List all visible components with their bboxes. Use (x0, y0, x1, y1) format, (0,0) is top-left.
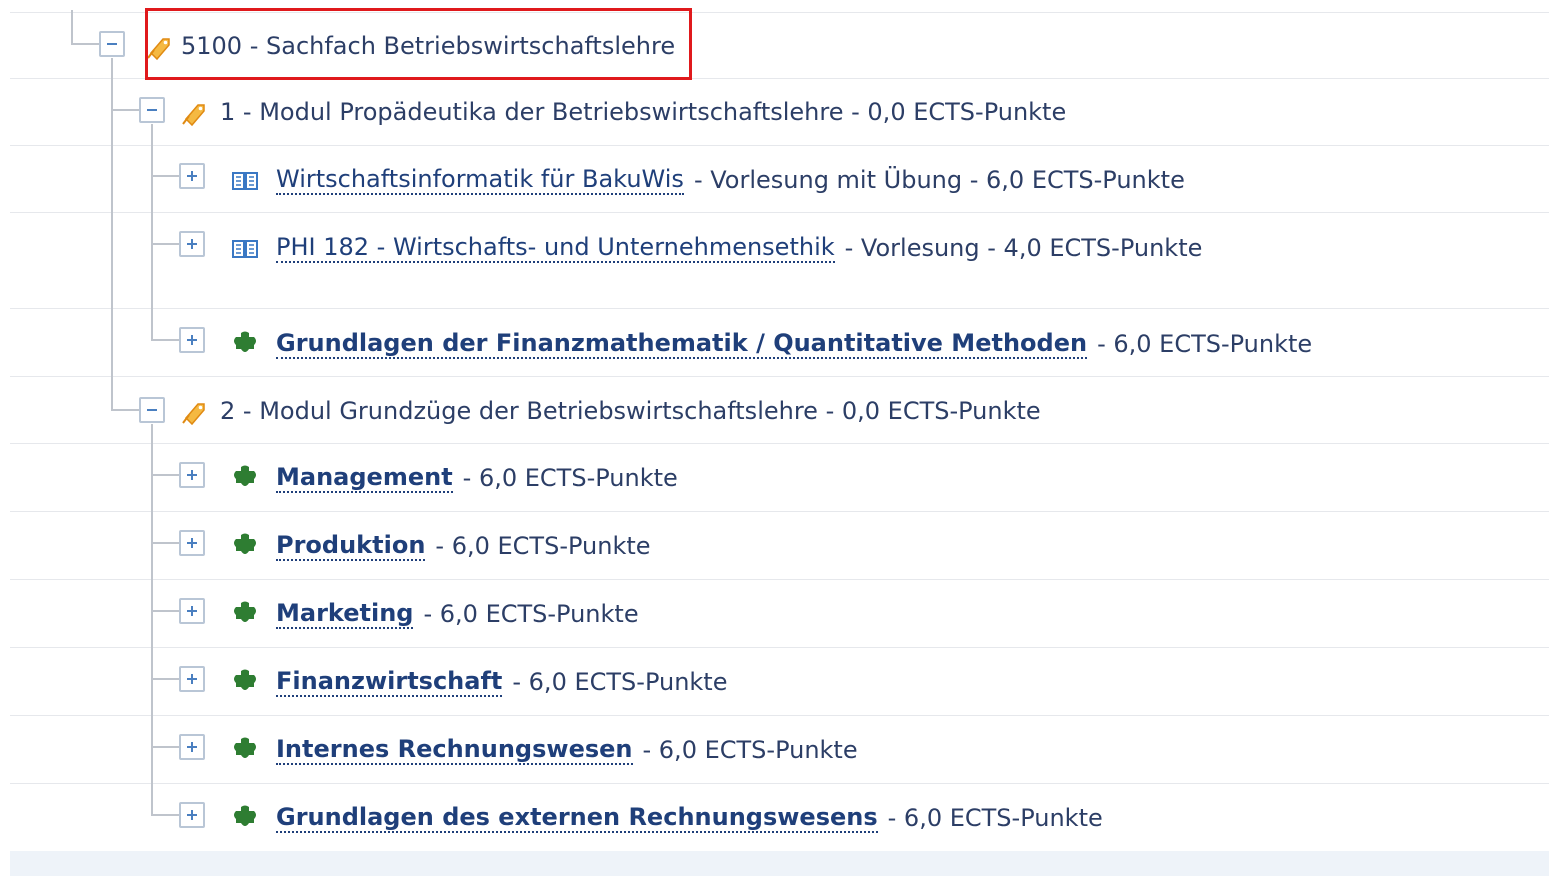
module-2-label: 2 - Modul Grundzüge der Betriebswirtscha… (220, 397, 1041, 425)
tree-connector (111, 409, 139, 411)
row-divider (10, 443, 1549, 444)
submodule-suffix: - 6,0 ECTS-Punkte (512, 668, 728, 696)
collapse-toggle-root[interactable] (99, 31, 125, 57)
expand-toggle[interactable] (179, 231, 205, 257)
row-divider (10, 308, 1549, 309)
tree-connector (151, 542, 179, 544)
tree-connector (151, 243, 179, 245)
row-divider (10, 376, 1549, 377)
row-divider (10, 783, 1549, 784)
tree-connector (151, 175, 179, 177)
tree-connector (151, 610, 179, 612)
tree-connector (151, 814, 179, 816)
expand-toggle[interactable] (179, 666, 205, 692)
row-divider (10, 715, 1549, 716)
submodule-link[interactable]: Produktion (276, 531, 426, 561)
submodule-suffix: - 6,0 ECTS-Punkte (642, 736, 858, 764)
submodule-suffix: - 6,0 ECTS-Punkte (462, 464, 678, 492)
expand-toggle[interactable] (179, 530, 205, 556)
row-divider (10, 212, 1549, 213)
tree-connector (151, 474, 179, 476)
submodule-link[interactable]: Grundlagen des externen Rechnungswesens (276, 803, 878, 833)
tree-connector (71, 43, 99, 45)
expand-toggle[interactable] (179, 802, 205, 828)
next-section-bar (10, 851, 1549, 876)
pencil-tag-icon (180, 396, 210, 426)
submodule-link[interactable]: Internes Rechnungswesen (276, 735, 633, 765)
expand-toggle[interactable] (179, 598, 205, 624)
tree-node-module-2[interactable]: 2 - Modul Grundzüge der Betriebswirtscha… (180, 391, 1041, 431)
expand-toggle[interactable] (179, 163, 205, 189)
book-icon (230, 233, 260, 263)
pencil-tag-icon (180, 97, 210, 127)
tree-node-submodule: Grundlagen des externen Rechnungswesens … (230, 798, 1103, 838)
tree-node-submodule: Management - 6,0 ECTS-Punkte (230, 458, 678, 498)
course-suffix: - Vorlesung - 4,0 ECTS-Punkte (844, 234, 1203, 262)
tree-node-course: Wirtschaftsinformatik für BakuWis - Vorl… (230, 160, 1185, 200)
puzzle-icon (230, 329, 260, 359)
tree-node-submodule: Produktion - 6,0 ECTS-Punkte (230, 526, 651, 566)
row-divider (10, 511, 1549, 512)
puzzle-icon (230, 599, 260, 629)
puzzle-icon (230, 735, 260, 765)
submodule-suffix: - 6,0 ECTS-Punkte (1097, 330, 1313, 358)
tree-node-submodule: Grundlagen der Finanzmathematik / Quanti… (230, 324, 1312, 364)
row-divider (10, 579, 1549, 580)
puzzle-icon (230, 667, 260, 697)
submodule-suffix: - 6,0 ECTS-Punkte (887, 804, 1103, 832)
submodule-link[interactable]: Grundlagen der Finanzmathematik / Quanti… (276, 329, 1088, 359)
submodule-link[interactable]: Finanzwirtschaft (276, 667, 503, 697)
tree-connector (151, 124, 153, 340)
tree-connector (111, 109, 139, 111)
book-icon (230, 165, 260, 195)
expand-toggle[interactable] (179, 734, 205, 760)
course-suffix: - Vorlesung mit Übung - 6,0 ECTS-Punkte (693, 166, 1185, 194)
submodule-suffix: - 6,0 ECTS-Punkte (435, 532, 651, 560)
course-link[interactable]: PHI 182 - Wirtschafts- und Unternehmense… (276, 233, 835, 263)
tree-node-submodule: Marketing - 6,0 ECTS-Punkte (230, 594, 639, 634)
tree-connector (151, 424, 153, 816)
tree-node-course: PHI 182 - Wirtschafts- und Unternehmense… (230, 228, 1202, 268)
puzzle-icon (230, 803, 260, 833)
tree-connector (151, 746, 179, 748)
tree-node-module-1[interactable]: 1 - Modul Propädeutika der Betriebswirts… (180, 92, 1066, 132)
expand-toggle[interactable] (179, 327, 205, 353)
submodule-suffix: - 6,0 ECTS-Punkte (423, 600, 639, 628)
tree-node-submodule: Finanzwirtschaft - 6,0 ECTS-Punkte (230, 662, 727, 702)
submodule-link[interactable]: Marketing (276, 599, 414, 629)
module-1-label: 1 - Modul Propädeutika der Betriebswirts… (220, 98, 1067, 126)
tree-connector (151, 339, 179, 341)
row-divider (10, 145, 1549, 146)
course-link[interactable]: Wirtschaftsinformatik für BakuWis (276, 165, 684, 195)
tree-node-submodule: Internes Rechnungswesen - 6,0 ECTS-Punkt… (230, 730, 858, 770)
selection-highlight-box (145, 8, 692, 80)
puzzle-icon (230, 463, 260, 493)
collapse-toggle-module-1[interactable] (139, 97, 165, 123)
collapse-toggle-module-2[interactable] (139, 397, 165, 423)
submodule-link[interactable]: Management (276, 463, 453, 493)
expand-toggle[interactable] (179, 462, 205, 488)
course-tree: 5100 - Sachfach Betriebswirtschaftslehre… (0, 0, 1549, 876)
puzzle-icon (230, 531, 260, 561)
tree-connector (151, 678, 179, 680)
row-divider (10, 647, 1549, 648)
tree-connector (71, 10, 73, 44)
